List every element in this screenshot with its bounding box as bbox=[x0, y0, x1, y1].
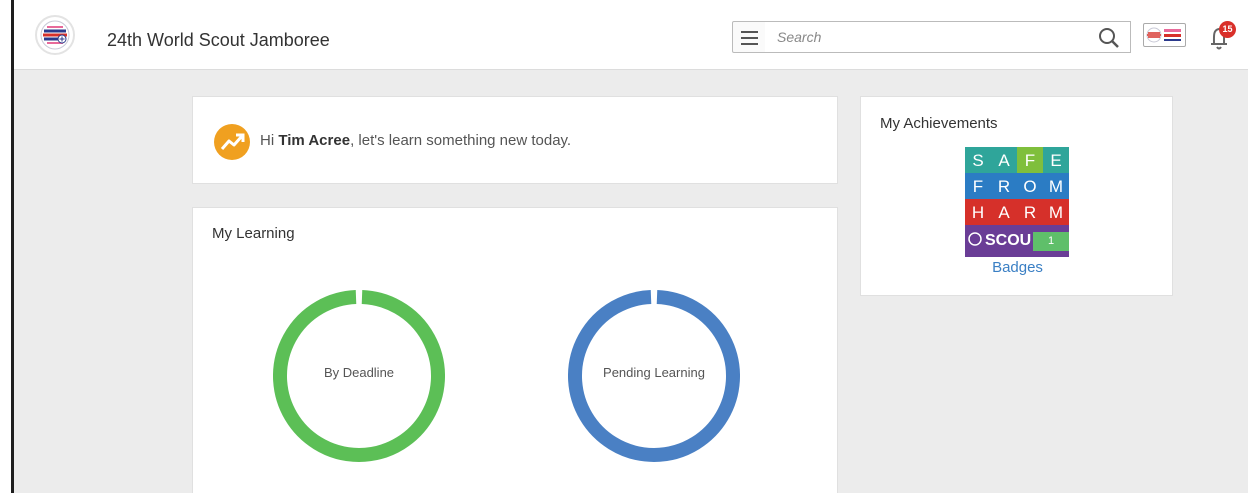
my-achievements-card: My Achievements S A F E F R O M H A R M SCOU 1 Badge… bbox=[860, 96, 1173, 296]
badge-letter: M bbox=[1049, 203, 1063, 222]
badge-letter: H bbox=[972, 203, 984, 222]
badge-letter: O bbox=[1023, 177, 1036, 196]
search-input[interactable] bbox=[765, 22, 1065, 52]
my-learning-card: My Learning By Deadline Pending Learning bbox=[192, 207, 838, 493]
badge-letter: R bbox=[1024, 203, 1036, 222]
hamburger-line bbox=[741, 43, 758, 45]
badge-letter: E bbox=[1050, 151, 1061, 170]
badge-footer-text: SCOU bbox=[985, 232, 1031, 249]
badge-letter: S bbox=[972, 151, 983, 170]
hamburger-line bbox=[741, 31, 758, 33]
badge-letter: M bbox=[1049, 177, 1063, 196]
badge-count: 1 bbox=[1033, 232, 1069, 251]
top-bar: 24th World Scout Jamboree 15 bbox=[14, 0, 1248, 70]
window-left-edge bbox=[0, 0, 11, 493]
badge-letter: F bbox=[1025, 151, 1035, 170]
search-icon[interactable] bbox=[1098, 27, 1120, 49]
menu-button[interactable] bbox=[732, 21, 766, 53]
greeting-card: Hi Tim Acree, let's learn something new … bbox=[192, 96, 838, 184]
badge-letter: R bbox=[998, 177, 1010, 196]
by-deadline-label: By Deadline bbox=[323, 365, 395, 380]
app-title: 24th World Scout Jamboree bbox=[107, 30, 330, 50]
greeting-prefix: Hi bbox=[260, 132, 279, 149]
trending-up-icon bbox=[214, 124, 250, 160]
badges-link[interactable]: Badges bbox=[861, 259, 1174, 276]
badge-letter: F bbox=[973, 177, 983, 196]
event-logo-icon[interactable] bbox=[1143, 23, 1186, 47]
greeting-text: Hi Tim Acree, let's learn something new … bbox=[260, 132, 571, 149]
notification-count-badge: 15 bbox=[1219, 21, 1236, 38]
my-learning-title: My Learning bbox=[212, 225, 295, 242]
window-frame bbox=[11, 0, 14, 493]
badge-letter: A bbox=[998, 203, 1010, 222]
greeting-suffix: , let's learn something new today. bbox=[350, 132, 572, 149]
pending-learning-label: Pending Learning bbox=[603, 365, 705, 380]
badge-letter: A bbox=[998, 151, 1010, 170]
search-box bbox=[765, 21, 1131, 53]
my-achievements-title: My Achievements bbox=[880, 115, 998, 132]
user-name: Tim Acree bbox=[278, 132, 351, 149]
jamboree-logo-icon[interactable] bbox=[35, 15, 75, 55]
hamburger-line bbox=[741, 37, 758, 39]
